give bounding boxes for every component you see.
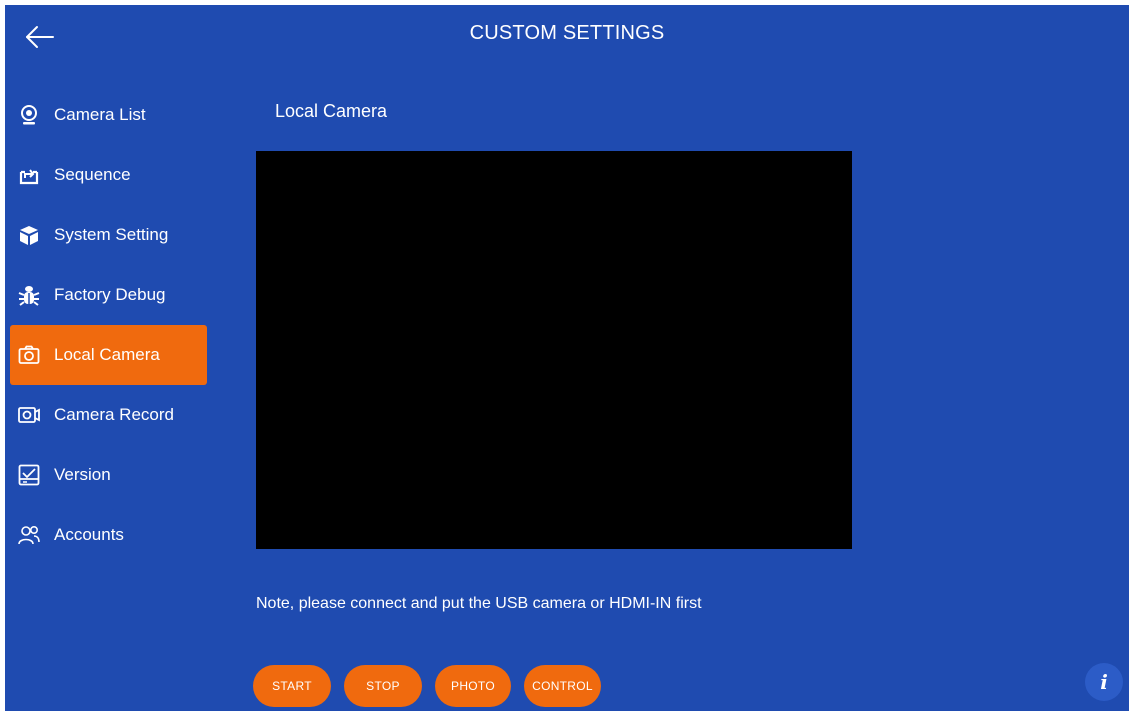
sidebar-item-factory-debug[interactable]: Factory Debug bbox=[10, 265, 207, 325]
webcam-icon bbox=[18, 104, 40, 126]
stop-button[interactable]: STOP bbox=[344, 665, 422, 707]
info-button[interactable]: i bbox=[1085, 663, 1123, 701]
section-title: Local Camera bbox=[275, 101, 388, 121]
info-icon: i bbox=[1100, 670, 1108, 694]
sidebar-item-label: Camera Record bbox=[54, 405, 174, 424]
sidebar-item-label: Sequence bbox=[54, 165, 131, 184]
sidebar-item-accounts[interactable]: Accounts bbox=[10, 505, 207, 565]
camera-preview bbox=[256, 151, 852, 549]
sidebar-item-label: Camera List bbox=[54, 105, 146, 124]
app-window: CUSTOM SETTINGS Camera List Sequence Sys… bbox=[5, 5, 1129, 711]
connection-note: Note, please connect and put the USB cam… bbox=[256, 595, 702, 612]
sidebar-item-version[interactable]: Version bbox=[10, 445, 207, 505]
sidebar-item-label: Factory Debug bbox=[54, 285, 166, 304]
sidebar-item-label: Version bbox=[54, 465, 111, 484]
cube-icon bbox=[18, 224, 40, 246]
video-camera-icon bbox=[18, 404, 40, 426]
version-icon bbox=[18, 464, 40, 486]
sidebar-item-label: Accounts bbox=[54, 525, 124, 544]
sidebar-item-label: System Setting bbox=[54, 225, 169, 244]
users-icon bbox=[18, 524, 40, 546]
photo-button[interactable]: PHOTO bbox=[435, 665, 511, 707]
sidebar-item-sequence[interactable]: Sequence bbox=[10, 145, 207, 205]
camera-icon bbox=[18, 344, 40, 366]
sidebar-item-camera-record[interactable]: Camera Record bbox=[10, 385, 207, 445]
sidebar-item-local-camera[interactable]: Local Camera bbox=[10, 325, 207, 385]
camera-controls: START STOP PHOTO CONTROL bbox=[253, 665, 614, 707]
bug-icon bbox=[18, 284, 40, 306]
sidebar: Camera List Sequence System Setting Fact… bbox=[10, 85, 207, 565]
sidebar-item-label: Local Camera bbox=[54, 345, 160, 364]
control-button[interactable]: CONTROL bbox=[524, 665, 601, 707]
start-button[interactable]: START bbox=[253, 665, 331, 707]
sidebar-item-camera-list[interactable]: Camera List bbox=[10, 85, 207, 145]
sidebar-item-system-setting[interactable]: System Setting bbox=[10, 205, 207, 265]
sequence-icon bbox=[18, 164, 40, 186]
page-title: CUSTOM SETTINGS bbox=[469, 22, 665, 44]
